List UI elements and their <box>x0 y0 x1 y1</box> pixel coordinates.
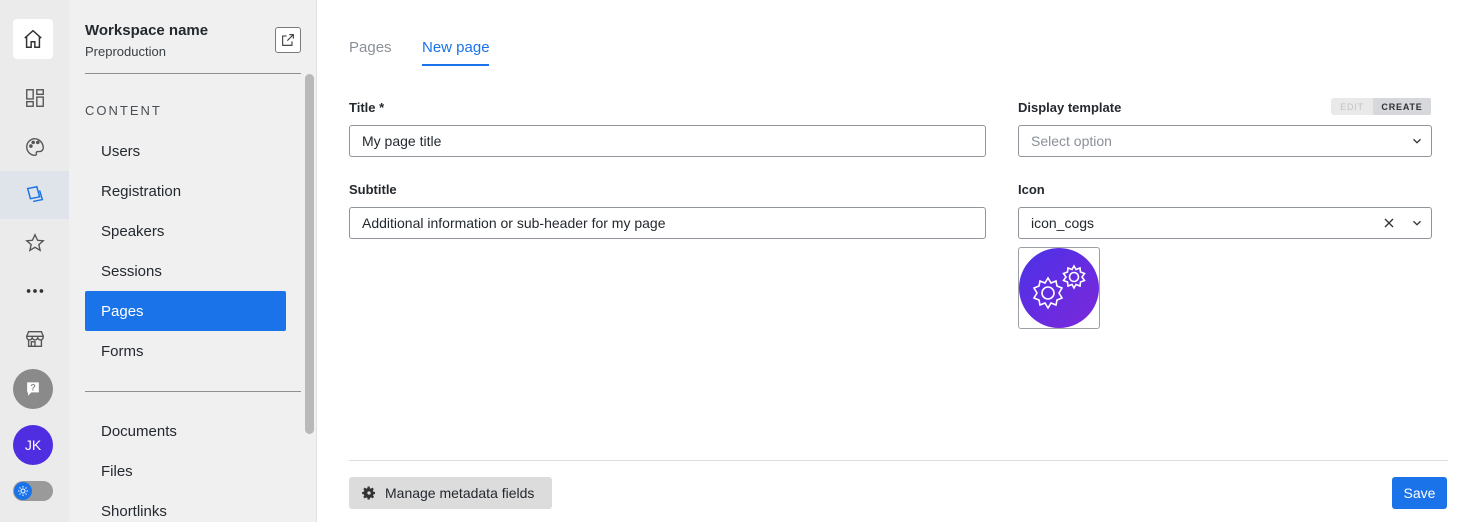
sidebar-item-label: Forms <box>101 342 144 360</box>
workspace-name: Workspace name <box>85 22 209 39</box>
avatar[interactable]: JK <box>13 425 53 465</box>
home-button[interactable] <box>13 19 53 59</box>
content-icon <box>26 185 43 203</box>
tab-pages[interactable]: Pages <box>349 39 392 56</box>
sidebar-scrollbar[interactable] <box>305 74 314 434</box>
subtitle-field[interactable]: Additional information or sub-header for… <box>349 207 986 239</box>
gear-icon <box>362 486 375 500</box>
save-button[interactable]: Save <box>1392 477 1447 509</box>
sun-icon <box>18 486 28 496</box>
footer-divider <box>349 460 1448 461</box>
star-icon <box>24 233 45 252</box>
icon-select-value: icon_cogs <box>1031 215 1095 231</box>
sidebar-item-label: Speakers <box>101 222 165 240</box>
sidebar-item-files[interactable]: Files <box>85 451 286 491</box>
display-template-select[interactable]: Select option <box>1018 125 1432 157</box>
more-icon <box>26 289 43 293</box>
sidebar-item-speakers[interactable]: Speakers <box>85 211 286 251</box>
mode-create-button[interactable]: CREATE <box>1373 98 1431 115</box>
sidebar-item-label: Documents <box>101 422 177 440</box>
sidebar-item-users[interactable]: Users <box>85 131 286 171</box>
icon-label: Icon <box>1018 182 1045 197</box>
mode-edit-button[interactable]: EDIT <box>1331 98 1373 115</box>
icon-select[interactable]: icon_cogs <box>1018 207 1432 239</box>
dashboard-icon <box>25 89 44 107</box>
sidebar-item-label: Registration <box>101 182 182 200</box>
sidebar-item-registration[interactable]: Registration <box>85 171 286 211</box>
icon-preview <box>1018 247 1100 329</box>
title-field[interactable]: My page title <box>349 125 986 157</box>
display-template-placeholder: Select option <box>1031 133 1112 149</box>
sidebar-item-sessions[interactable]: Sessions <box>85 251 286 291</box>
sidebar-item-shortlinks[interactable]: Shortlinks <box>85 491 286 522</box>
rail-store[interactable] <box>0 315 69 363</box>
rail-content[interactable] <box>0 171 69 219</box>
store-icon <box>25 330 44 348</box>
clear-icon[interactable] <box>1381 215 1397 231</box>
sidebar-item-forms[interactable]: Forms <box>85 331 286 371</box>
sidebar-item-label: Shortlinks <box>101 502 167 520</box>
rail-favorites[interactable] <box>0 219 69 267</box>
external-link-icon <box>282 34 294 46</box>
chevron-down-icon[interactable] <box>1410 216 1424 230</box>
rail-dashboard[interactable] <box>0 74 69 122</box>
help-icon: ? <box>27 382 39 396</box>
edit-create-toggle: EDIT CREATE <box>1331 98 1431 115</box>
title-label: Title * <box>349 100 385 115</box>
manage-metadata-button[interactable]: Manage metadata fields <box>349 477 552 509</box>
section-label: CONTENT <box>85 103 162 118</box>
title-value: My page title <box>362 133 442 149</box>
sidebar-item-pages[interactable]: Pages <box>85 291 286 331</box>
sidebar-item-documents[interactable]: Documents <box>85 411 286 451</box>
cogs-icon <box>1019 248 1099 328</box>
active-tab-indicator <box>422 64 489 66</box>
chevron-down-icon <box>1413 138 1421 144</box>
tab-new-page[interactable]: New page <box>422 39 490 56</box>
help-button[interactable]: ? <box>13 369 53 409</box>
workspace-environment: Preproduction <box>85 44 166 59</box>
svg-text:?: ? <box>30 383 36 393</box>
content-sidebar: Workspace name Preproduction CONTENT Use… <box>69 0 317 522</box>
divider <box>85 73 301 74</box>
subtitle-label: Subtitle <box>349 182 397 197</box>
rail-more[interactable] <box>0 267 69 315</box>
manage-metadata-label: Manage metadata fields <box>385 485 535 501</box>
sidebar-item-label: Files <box>101 462 133 480</box>
palette-icon <box>25 138 44 156</box>
display-template-label: Display template <box>1018 100 1122 115</box>
divider <box>85 391 301 392</box>
subtitle-value: Additional information or sub-header for… <box>362 215 666 231</box>
sidebar-item-label: Sessions <box>101 262 162 280</box>
open-external-button[interactable] <box>275 27 301 53</box>
icon-rail: ? JK <box>0 0 69 522</box>
home-icon <box>24 29 42 48</box>
theme-toggle[interactable] <box>13 481 53 501</box>
sidebar-item-label: Pages <box>101 302 144 320</box>
sidebar-item-label: Users <box>101 142 141 160</box>
rail-palette[interactable] <box>0 123 69 171</box>
